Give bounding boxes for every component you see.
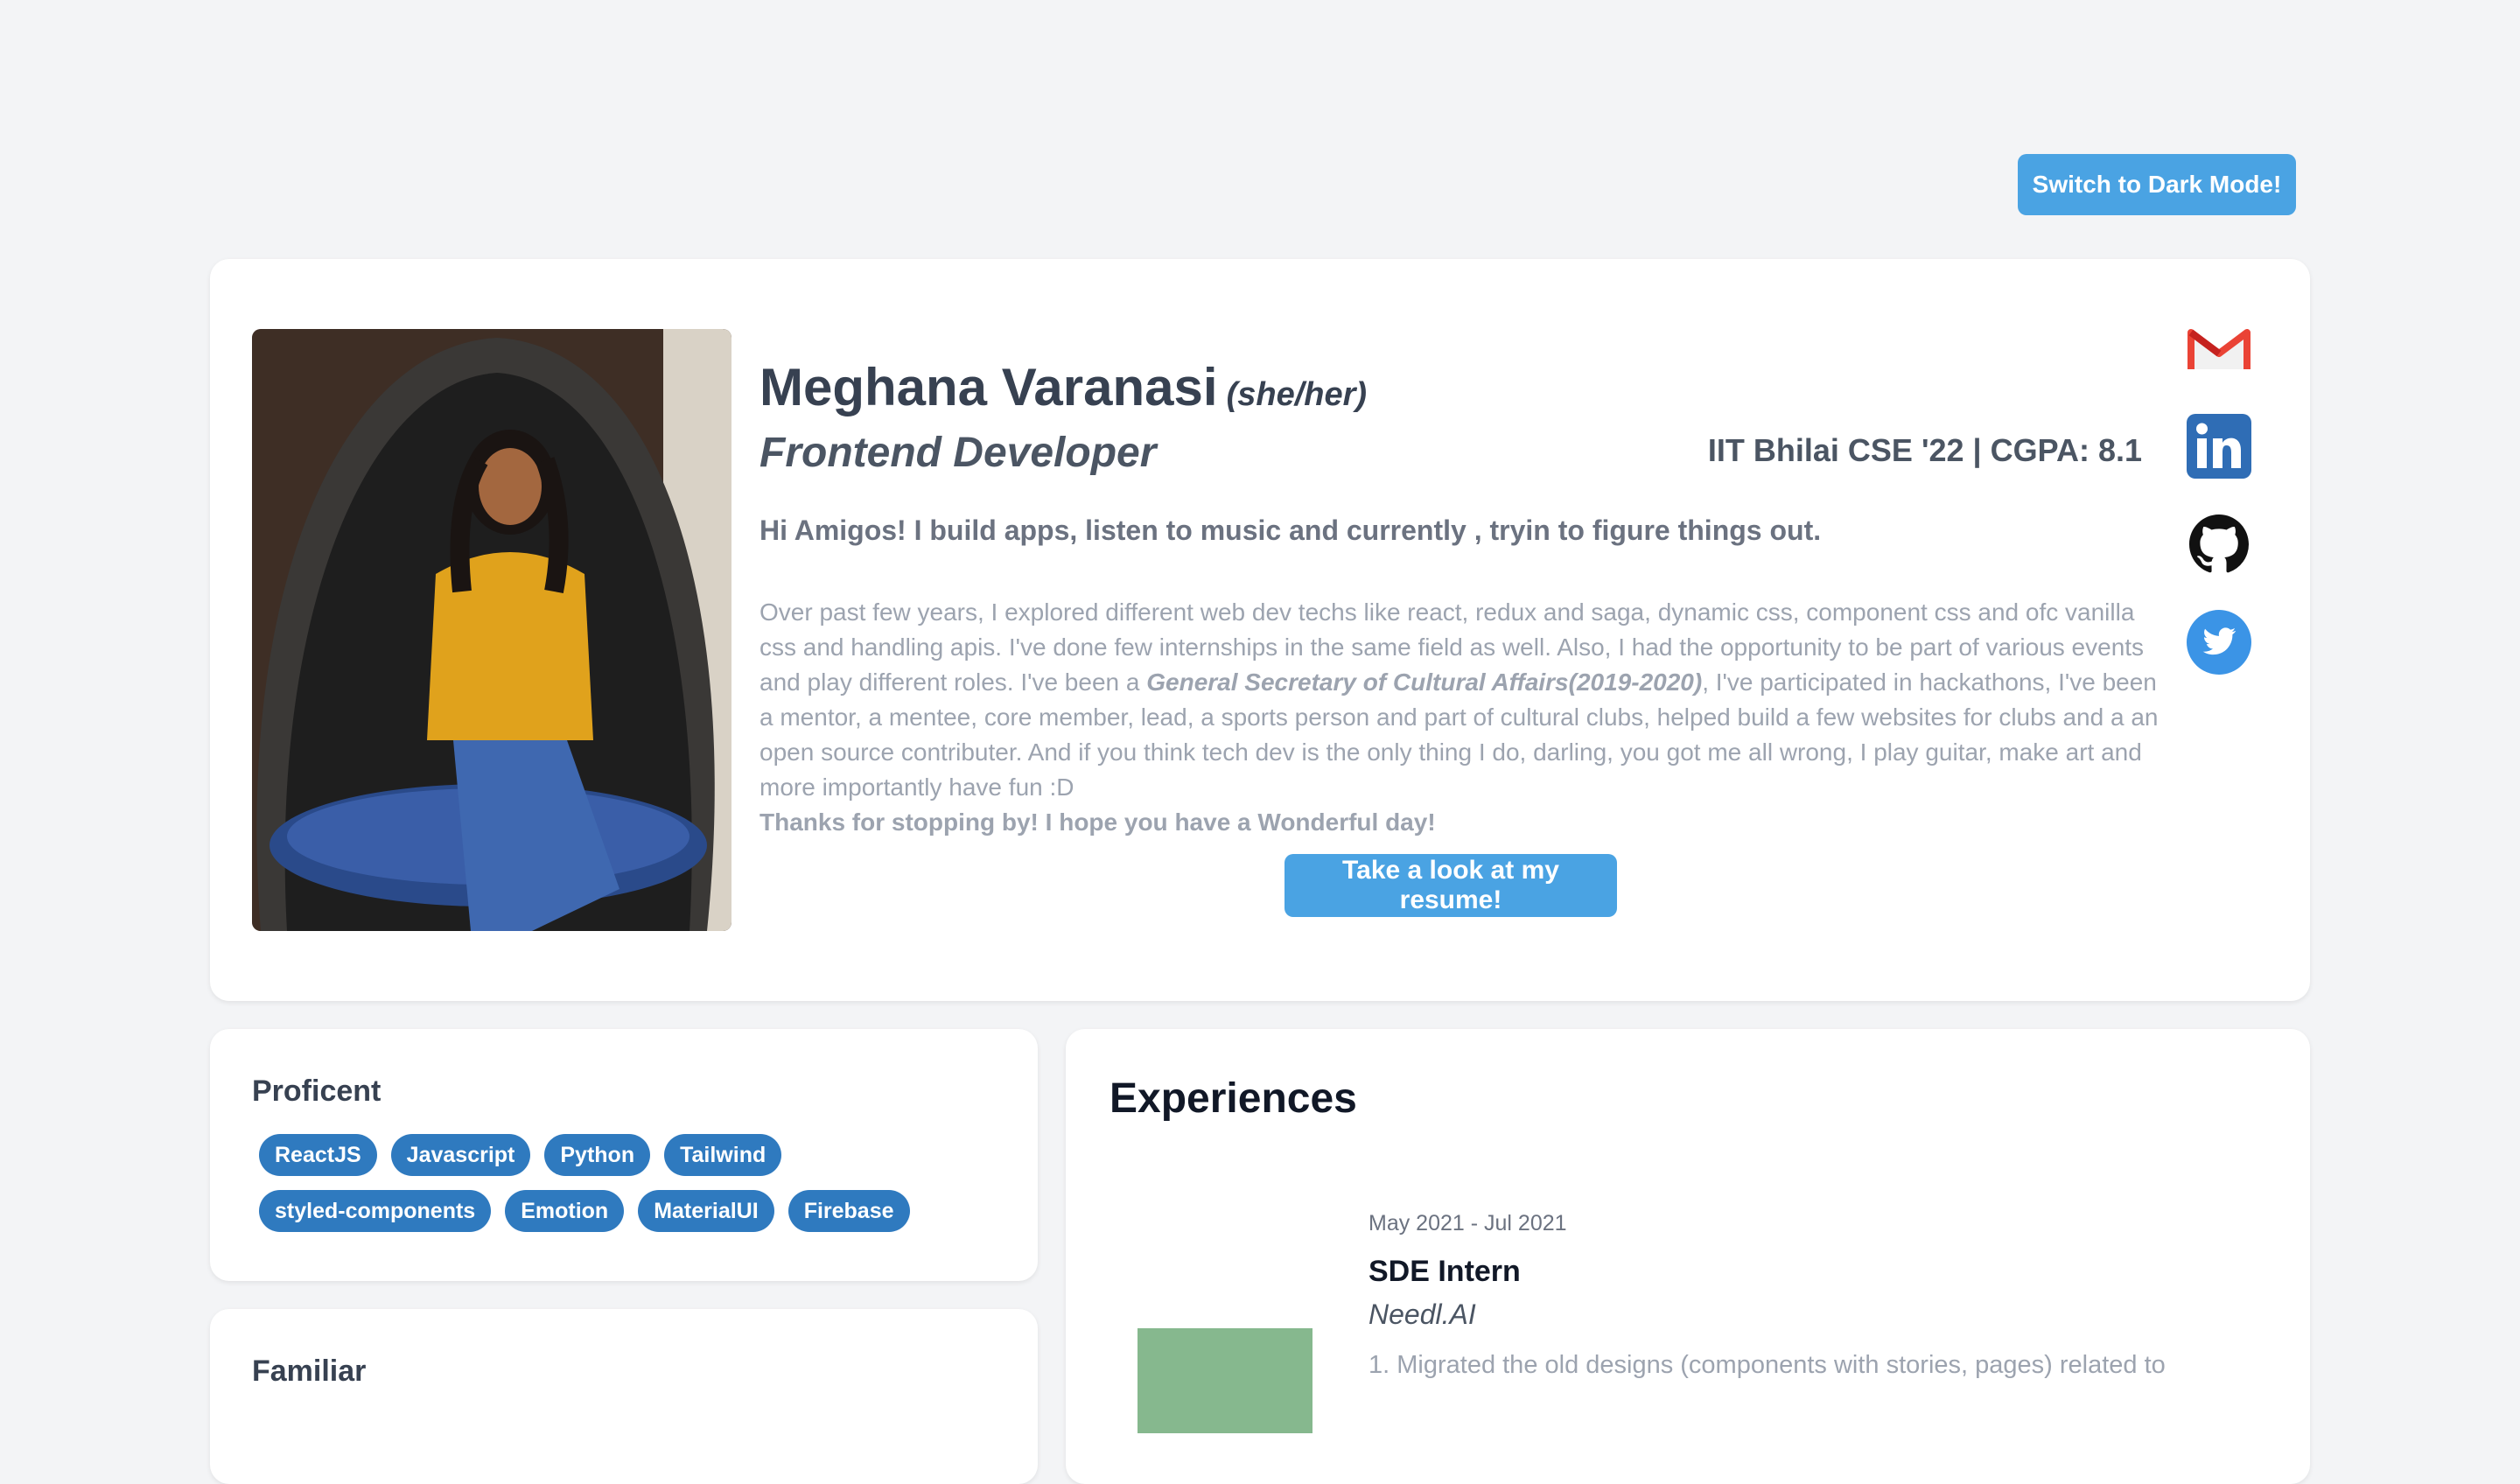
profile-pronouns: (she/her)	[1226, 376, 1368, 413]
profile-education: IIT Bhilai CSE '22 | CGPA: 8.1	[1707, 432, 2142, 468]
resume-button[interactable]: Take a look at my resume!	[1284, 854, 1617, 917]
github-icon[interactable]	[2186, 511, 2252, 578]
proficient-tags: ReactJS Javascript Python Tailwind style…	[259, 1134, 976, 1232]
experiences-title: Experiences	[1110, 1075, 1357, 1122]
proficient-skills-card: Proficent ReactJS Javascript Python Tail…	[210, 1029, 1038, 1281]
twitter-icon[interactable]	[2186, 609, 2252, 676]
familiar-skills-card: Familiar	[210, 1309, 1038, 1484]
dark-mode-toggle-button[interactable]: Switch to Dark Mode!	[2018, 154, 2296, 215]
bio-thanks: Thanks for stopping by! I hope you have …	[760, 808, 1436, 836]
skill-tag: MaterialUI	[638, 1190, 774, 1232]
experience-description: 1. Migrated the old designs (components …	[1368, 1351, 2166, 1379]
experiences-card: Experiences May 2021 - Jul 2021 SDE Inte…	[1066, 1029, 2310, 1484]
profile-name-text: Meghana Varanasi	[760, 358, 1218, 416]
experience-company: Needl.AI	[1368, 1298, 1476, 1330]
skill-tag: Python	[544, 1134, 651, 1176]
profile-role: Frontend Developer	[760, 430, 1157, 476]
profile-tagline: Hi Amigos! I build apps, listen to music…	[760, 514, 1822, 546]
skill-tag: styled-components	[259, 1190, 492, 1232]
profile-card: Meghana Varanasi (she/her) Frontend Devel…	[210, 259, 2310, 1001]
linkedin-icon[interactable]	[2186, 413, 2252, 480]
gmail-icon[interactable]	[2186, 315, 2252, 382]
profile-name: Meghana Varanasi (she/her)	[760, 357, 1367, 417]
profile-photo-illustration	[252, 329, 732, 931]
familiar-title: Familiar	[252, 1354, 367, 1388]
skill-tag: Emotion	[505, 1190, 625, 1232]
bio-highlight: General Secretary of Cultural Affairs(20…	[1146, 668, 1703, 696]
experience-date: May 2021 - Jul 2021	[1368, 1211, 1567, 1236]
skill-tag: ReactJS	[259, 1134, 377, 1176]
skill-tag: Firebase	[788, 1190, 910, 1232]
proficient-title: Proficent	[252, 1074, 382, 1108]
company-logo	[1138, 1328, 1312, 1433]
experience-role: SDE Intern	[1368, 1255, 1521, 1288]
profile-photo	[252, 329, 732, 931]
skill-tag: Tailwind	[664, 1134, 782, 1176]
profile-bio: Over past few years, I explored differen…	[760, 595, 2160, 840]
skill-tag: Javascript	[390, 1134, 531, 1176]
